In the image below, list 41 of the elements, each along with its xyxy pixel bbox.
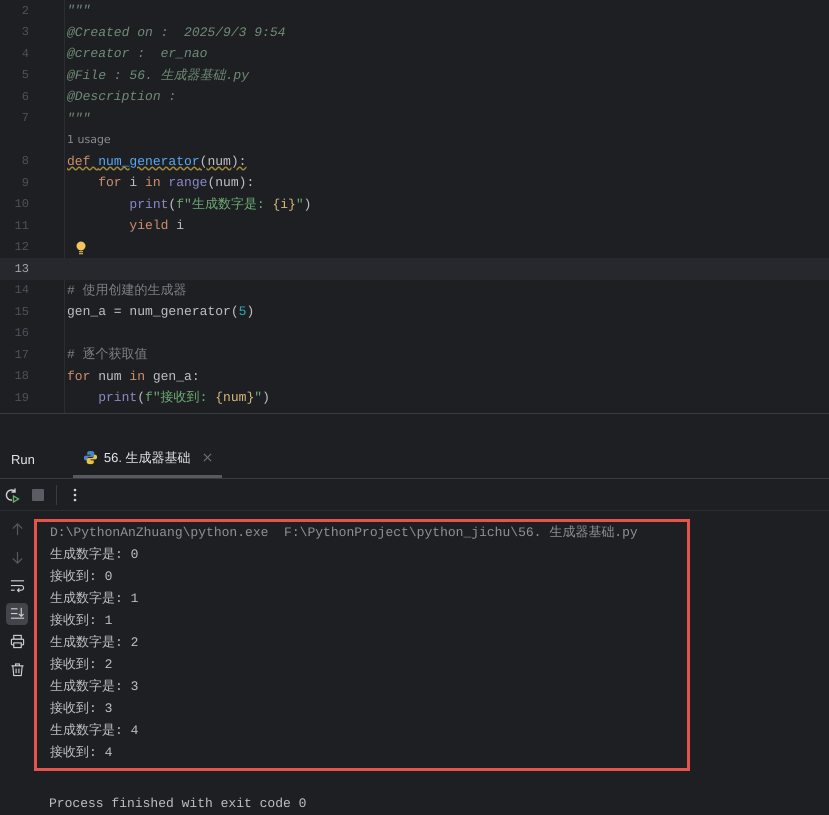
code-line: for i in range(num): bbox=[97, 174, 254, 192]
code-line: @creator : er_nao bbox=[67, 45, 208, 63]
code-line: @Description : bbox=[67, 88, 176, 106]
python-icon bbox=[82, 450, 98, 466]
code-line: # 使用创建的生成器 bbox=[67, 282, 187, 300]
console-line: 生成数字是: 0 bbox=[50, 546, 140, 564]
panel-title: Run bbox=[11, 450, 35, 469]
scroll-to-end-button[interactable] bbox=[6, 602, 28, 625]
code-line: print(f"接收到: {num}") bbox=[97, 389, 270, 407]
code-line: @File : 56. 生成器基础.py bbox=[67, 66, 250, 84]
console-line: 接收到: 4 bbox=[50, 744, 114, 762]
soft-wrap-icon[interactable] bbox=[10, 578, 24, 594]
console-line: Process finished with exit code 0 bbox=[48, 794, 308, 813]
console-line: 生成数字是: 2 bbox=[50, 634, 140, 652]
console-line: 生成数字是: 4 bbox=[50, 722, 140, 740]
code-line: # 逐个获取值 bbox=[67, 346, 148, 364]
code-line: """ bbox=[67, 2, 90, 20]
run-tab[interactable]: 56. 生成器基础 bbox=[72, 440, 222, 478]
printer-icon[interactable] bbox=[10, 634, 24, 650]
console-line: 接收到: 0 bbox=[50, 568, 114, 586]
code-line: gen_a = num_generator(5) bbox=[67, 303, 254, 321]
console-line: 生成数字是: 3 bbox=[50, 678, 140, 696]
code-line: yield i bbox=[128, 217, 184, 235]
close-icon[interactable] bbox=[202, 453, 212, 462]
trash-icon[interactable] bbox=[10, 662, 24, 678]
line-number: 13 bbox=[14, 260, 29, 278]
scroll-to-end-icon bbox=[10, 606, 24, 622]
code-line: for num in gen_a: bbox=[67, 368, 200, 386]
rerun-icon[interactable] bbox=[4, 486, 20, 503]
code-line: """ bbox=[67, 110, 90, 128]
usage-hint[interactable]: 1 usage bbox=[67, 132, 111, 148]
code-line: print(f"生成数字是: {i}") bbox=[128, 196, 312, 214]
code-line: @Created on : 2025/9/3 9:54 bbox=[67, 24, 286, 42]
console-line: 接收到: 2 bbox=[50, 656, 114, 674]
code-line: def num_generator(num): bbox=[67, 152, 246, 170]
lightbulb-icon[interactable] bbox=[75, 240, 87, 254]
console-line: 生成数字是: 1 bbox=[50, 590, 140, 608]
console-line: 接收到: 1 bbox=[50, 612, 114, 630]
stop-icon[interactable] bbox=[30, 486, 46, 503]
console-line: 接收到: 3 bbox=[50, 700, 114, 718]
console-line: D:\PythonAnZhuang\python.exe F:\PythonProject\python_jichu\56. 生成器基础.py bbox=[50, 524, 639, 542]
